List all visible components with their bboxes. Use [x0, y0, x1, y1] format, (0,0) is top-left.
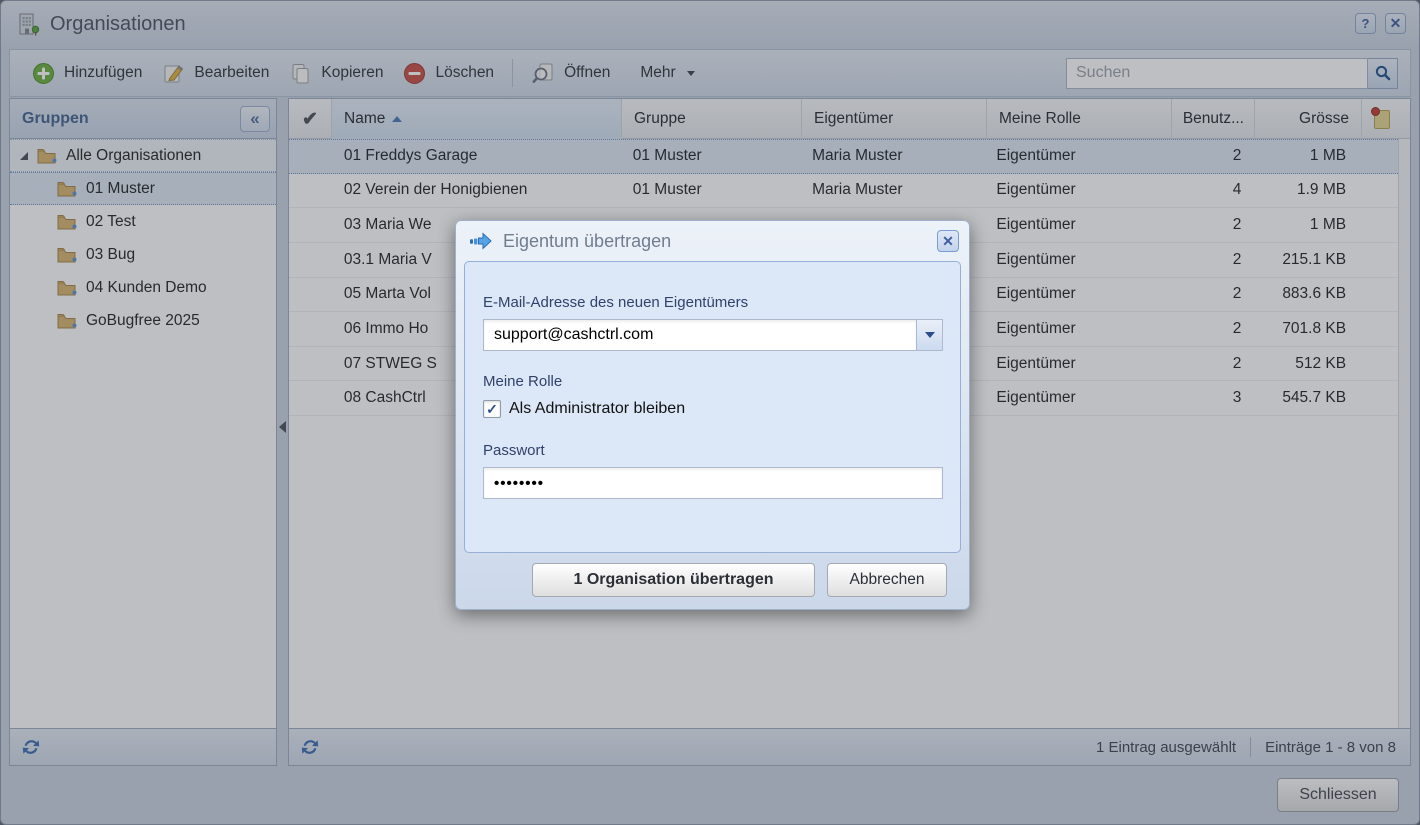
role-section-label: Meine Rolle [483, 373, 938, 390]
transfer-ownership-dialog: Eigentum übertragen ✕ E-Mail-Adresse des… [455, 220, 970, 610]
cancel-button[interactable]: Abbrechen [827, 563, 947, 597]
admin-checkbox-row: ✓ Als Administrator bleiben [483, 400, 938, 418]
email-combobox [483, 319, 943, 351]
dialog-title: Eigentum übertragen [503, 231, 671, 252]
transfer-submit-button[interactable]: 1 Organisation übertragen [532, 563, 815, 597]
admin-checkbox[interactable]: ✓ [483, 400, 501, 418]
email-field[interactable] [484, 320, 916, 350]
dialog-close-button[interactable]: ✕ [937, 230, 959, 252]
email-field-label: E-Mail-Adresse des neuen Eigentümers [483, 294, 938, 311]
password-field[interactable] [483, 467, 943, 499]
admin-checkbox-label: Als Administrator bleiben [509, 400, 685, 418]
password-field-label: Passwort [483, 442, 938, 459]
dialog-form-panel: E-Mail-Adresse des neuen Eigentümers Mei… [464, 261, 961, 553]
chevron-down-icon [925, 332, 935, 338]
combo-trigger-button[interactable] [916, 320, 942, 350]
dialog-titlebar: Eigentum übertragen ✕ [456, 221, 969, 261]
dialog-footer: 1 Organisation übertragen Abbrechen [456, 563, 969, 597]
transfer-arrow-icon [468, 228, 494, 254]
